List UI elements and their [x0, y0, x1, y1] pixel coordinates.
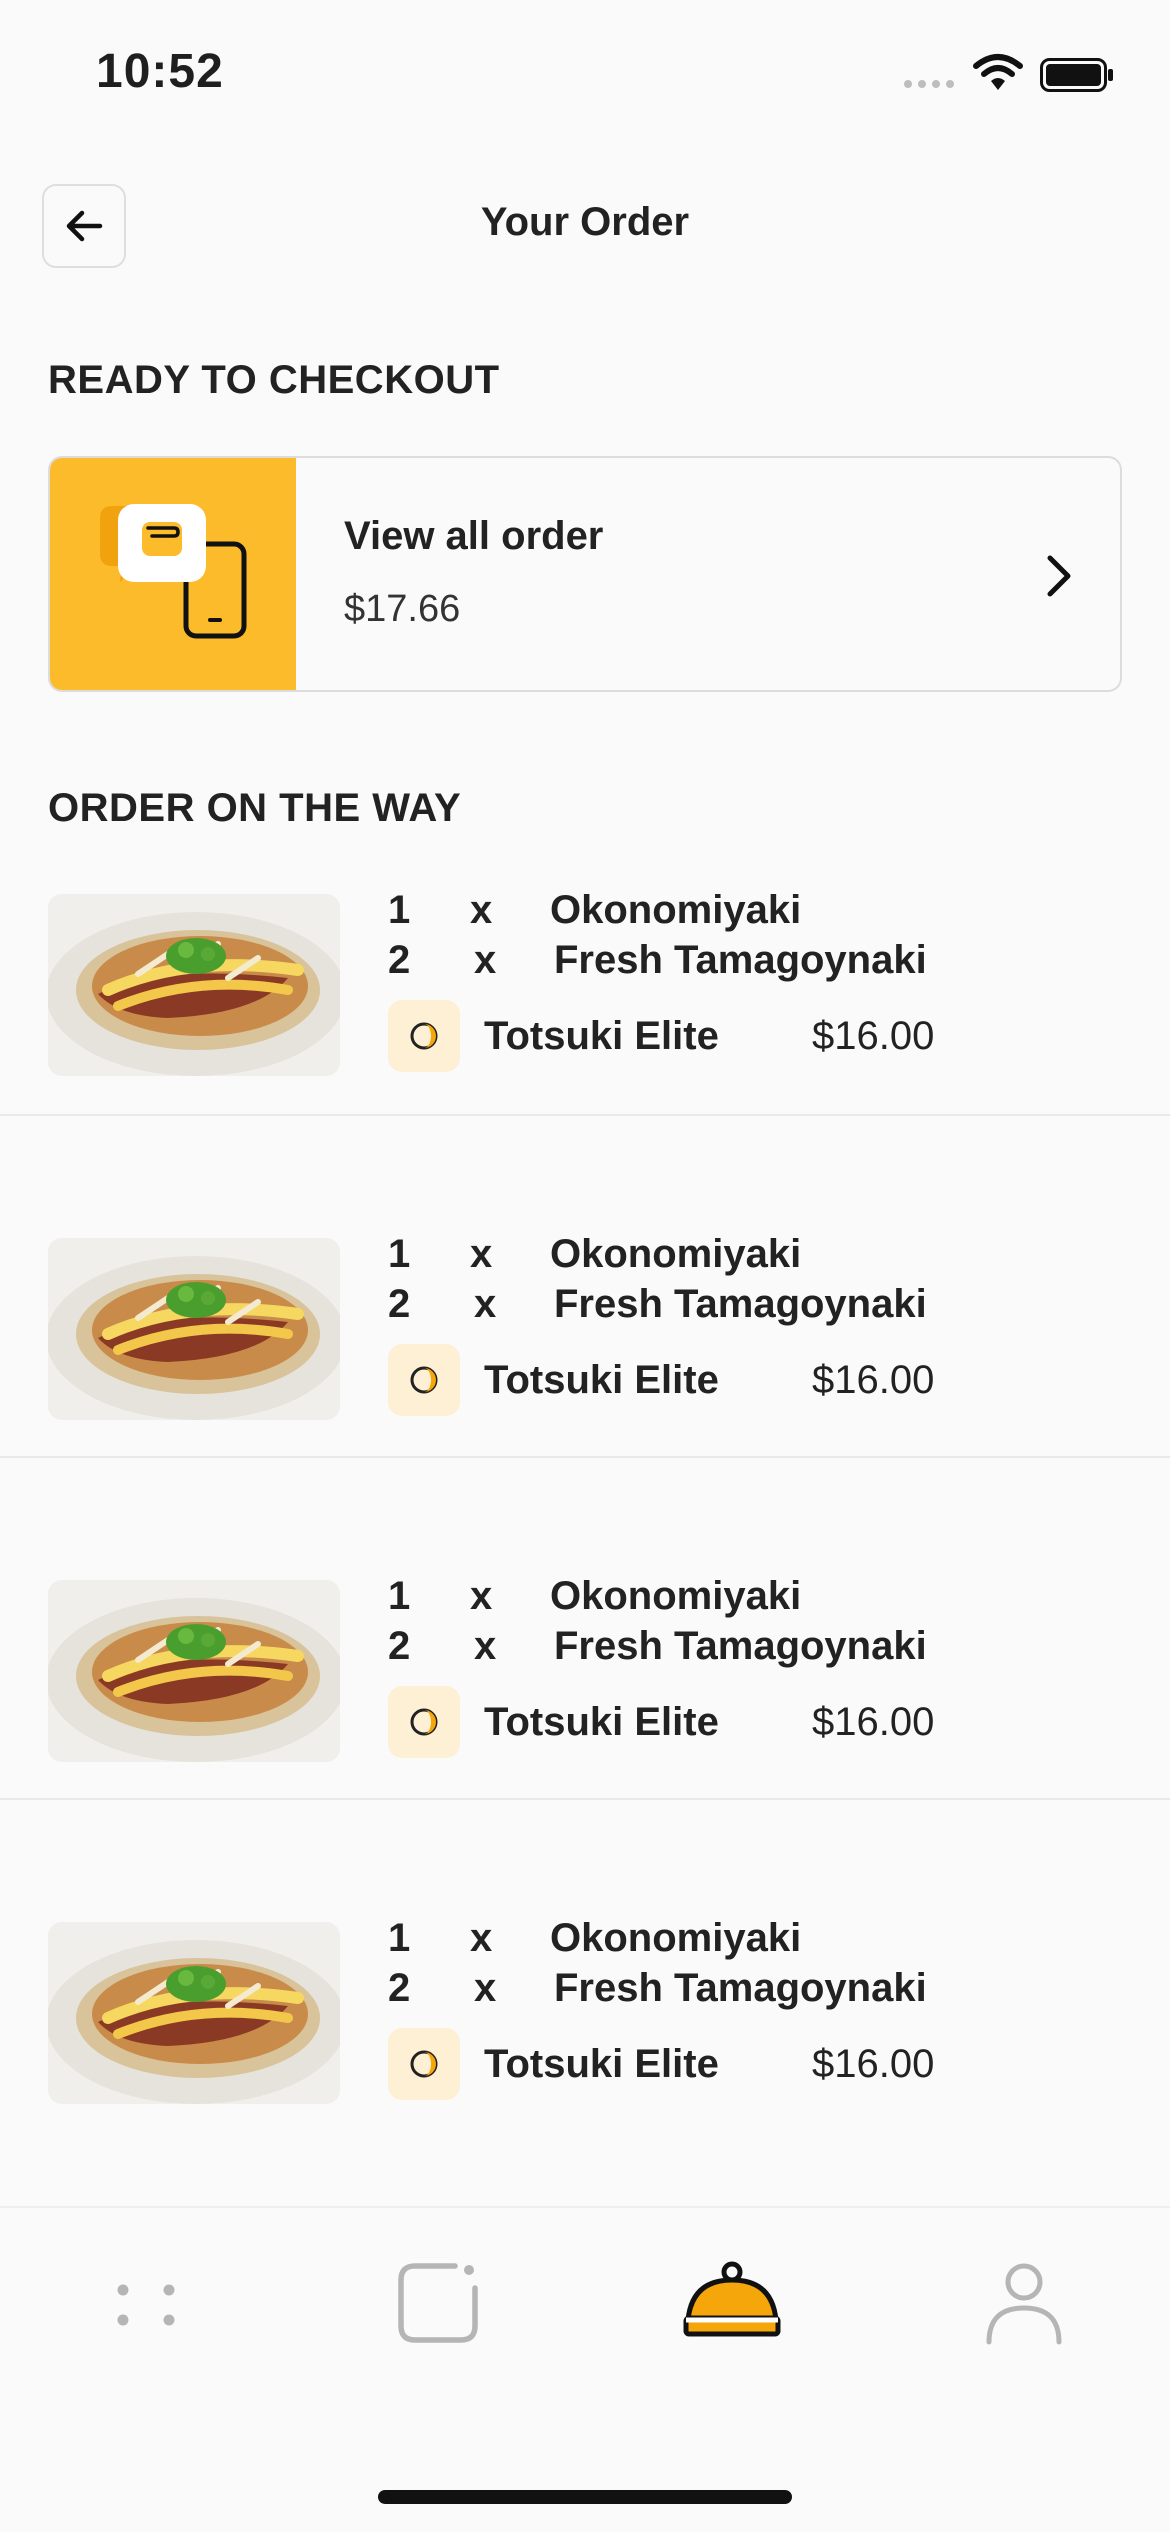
item-name: Okonomiyaki [550, 1232, 802, 1276]
restaurant-logo [388, 2028, 460, 2100]
item-qty: 2 [388, 1624, 411, 1668]
item-qty: 1 [388, 1574, 411, 1618]
phone-order-icon [100, 504, 247, 639]
item-times: x [474, 1282, 497, 1326]
section-heading-ready: READY TO CHECKOUT [48, 358, 500, 402]
moon-logo-icon [410, 1366, 438, 1394]
item-qty: 2 [388, 1282, 411, 1326]
restaurant-name: Totsuki Elite [484, 1700, 719, 1744]
chevron-right-icon [1047, 555, 1071, 597]
checkout-price: $17.66 [344, 588, 461, 630]
restaurant-name: Totsuki Elite [484, 1014, 719, 1058]
chat-icon [398, 2263, 478, 2343]
grid-icon [117, 2284, 175, 2326]
checkout-title: View all order [344, 514, 604, 558]
item-qty: 2 [388, 1966, 411, 2010]
food-image [48, 894, 340, 1076]
nav-profile[interactable] [964, 2248, 1084, 2358]
item-times: x [470, 1916, 493, 1960]
order-price: $16.00 [812, 1358, 935, 1402]
checkout-illustration [50, 458, 296, 690]
item-qty: 1 [388, 888, 411, 932]
order-item[interactable]: 1 x Okonomiyaki 2 x Fresh Tamagoynaki Totsuki … [0, 1456, 1170, 1798]
page-title: Your Order [480, 200, 690, 244]
nav-home[interactable] [86, 2248, 206, 2358]
item-times: x [474, 1966, 497, 2010]
item-times: x [470, 1232, 493, 1276]
moon-logo-icon [410, 1708, 438, 1736]
moon-logo-icon [410, 1022, 438, 1050]
home-indicator [378, 2490, 792, 2504]
item-name: Okonomiyaki [550, 1916, 802, 1960]
item-times: x [474, 938, 497, 982]
food-image [48, 1580, 340, 1762]
restaurant-logo [388, 1686, 460, 1758]
battery-icon [1040, 58, 1113, 92]
restaurant-logo [388, 1344, 460, 1416]
item-name: Fresh Tamagoynaki [554, 1282, 927, 1326]
restaurant-logo [388, 1000, 460, 1072]
bottom-nav [0, 2206, 1170, 2532]
restaurant-name: Totsuki Elite [484, 1358, 719, 1402]
order-item[interactable]: 1 x Okonomiyaki 2 x Fresh Tamagoynaki Totsuki … [0, 1114, 1170, 1456]
item-name: Fresh Tamagoynaki [554, 1966, 927, 2010]
status-bar: 10:52 [0, 0, 1170, 150]
status-time: 10:52 [96, 45, 224, 98]
profile-icon [986, 2263, 1062, 2345]
item-qty: 1 [388, 1916, 411, 1960]
order-item[interactable]: 1 x Okonomiyaki 2 x Fresh Tamagoynaki Totsuki … [0, 1798, 1170, 2140]
nav-orders[interactable] [672, 2248, 792, 2358]
restaurant-name: Totsuki Elite [484, 2042, 719, 2086]
wifi-icon [973, 54, 1023, 90]
order-price: $16.00 [812, 1014, 935, 1058]
cellular-signal-icon [904, 80, 954, 88]
item-times: x [470, 888, 493, 932]
item-name: Okonomiyaki [550, 888, 802, 932]
item-name: Fresh Tamagoynaki [554, 1624, 927, 1668]
food-image [48, 1238, 340, 1420]
order-price: $16.00 [812, 2042, 935, 2086]
view-all-order-card[interactable]: View all order $17.66 [48, 456, 1122, 692]
food-image [48, 1922, 340, 2104]
item-times: x [474, 1624, 497, 1668]
item-times: x [470, 1574, 493, 1618]
moon-logo-icon [410, 2050, 438, 2078]
nav-messages[interactable] [378, 2248, 498, 2358]
item-name: Okonomiyaki [550, 1574, 802, 1618]
food-cover-icon [683, 2261, 781, 2337]
order-price: $16.00 [812, 1700, 935, 1744]
item-qty: 2 [388, 938, 411, 982]
item-name: Fresh Tamagoynaki [554, 938, 927, 982]
item-qty: 1 [388, 1232, 411, 1276]
